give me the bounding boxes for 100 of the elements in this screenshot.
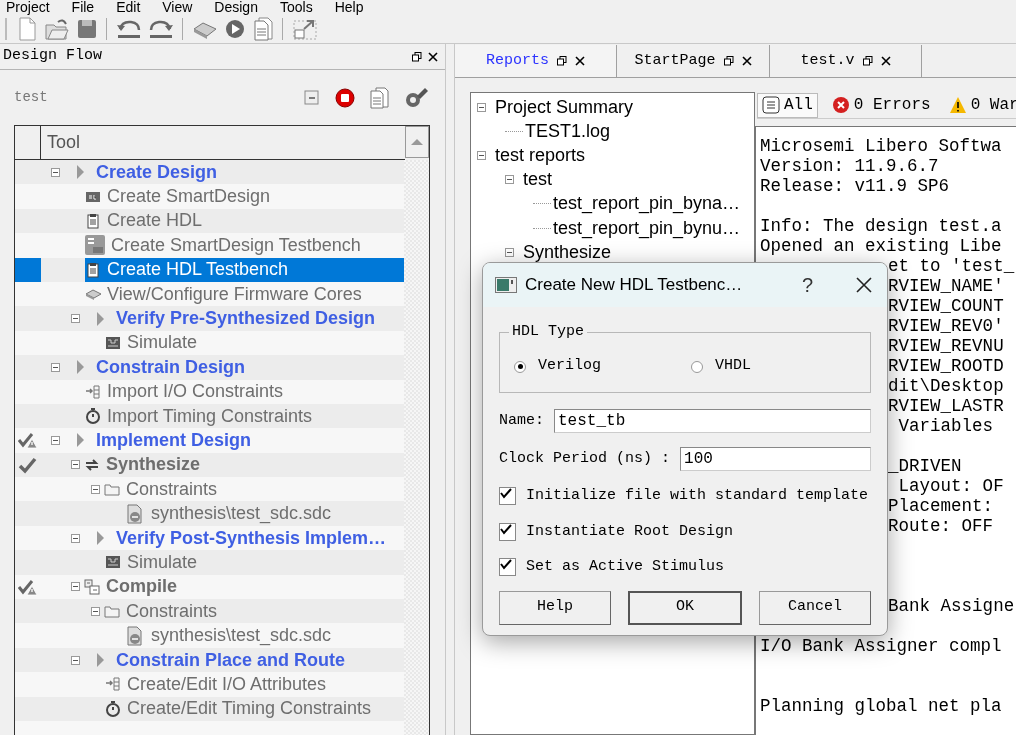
collapse-icon[interactable]: [505, 175, 514, 185]
collapse-icon[interactable]: [505, 247, 514, 257]
tree-item[interactable]: Create/Edit Timing Constraints: [105, 696, 404, 721]
tree-item[interactable]: Constrain Place and Route: [96, 647, 404, 673]
expand-arrow-icon: [76, 164, 85, 181]
tree-item[interactable]: Constrain Design: [76, 355, 404, 380]
tree-item[interactable]: Create SmartDesign: [85, 184, 404, 209]
tree-item[interactable]: View/Configure Firmware Cores: [85, 281, 404, 307]
tree-item[interactable]: Simulate: [105, 550, 404, 575]
log-line: RVIEW_REVNU: [888, 336, 1004, 356]
tree-item[interactable]: Import Timing Constraints: [85, 403, 404, 429]
tree-item[interactable]: Simulate: [105, 330, 404, 356]
filter-button[interactable]: All: [757, 92, 818, 118]
filter-button[interactable]: 0 Errors: [823, 92, 935, 118]
collapse-icon[interactable]: [71, 582, 80, 592]
collapse-icon[interactable]: [51, 362, 60, 372]
stopwatch-icon: [85, 408, 101, 425]
close-icon[interactable]: [880, 56, 891, 66]
collapse-icon[interactable]: [71, 533, 80, 543]
log-line: Info: The design test.a: [760, 216, 1002, 236]
radio-button[interactable]: [514, 360, 526, 373]
log-line: et to 'test_: [888, 256, 1015, 276]
error-icon: [831, 96, 850, 114]
project-name: test: [14, 88, 48, 107]
checkmark-icon: [500, 559, 512, 572]
text-field[interactable]: 100: [680, 447, 871, 471]
dialog-button[interactable]: OK: [628, 590, 742, 625]
checkbox-label: Initialize file with standard template: [526, 486, 869, 506]
close-icon[interactable]: [741, 56, 752, 66]
collapse-icon[interactable]: [477, 150, 486, 160]
menu-item[interactable]: Tools: [279, 0, 313, 15]
run-icon[interactable]: [224, 17, 246, 41]
settings-icon[interactable]: [403, 85, 429, 110]
tree-item[interactable]: Implement Design: [76, 428, 404, 453]
menu-item[interactable]: Edit: [116, 0, 141, 15]
close-icon[interactable]: [855, 276, 873, 294]
close-icon[interactable]: [428, 51, 438, 62]
help-button[interactable]: ?: [801, 270, 813, 300]
tree-item[interactable]: Import I/O Constraints: [85, 379, 404, 404]
collapse-icon[interactable]: [91, 606, 100, 616]
collapse-icon[interactable]: [477, 102, 486, 112]
tree-item[interactable]: test: [523, 166, 552, 194]
dialog-button[interactable]: Cancel: [759, 590, 871, 625]
tree-item[interactable]: Constraints: [104, 477, 404, 502]
tree-item[interactable]: Create HDL: [85, 208, 404, 234]
dock-icon[interactable]: [292, 17, 318, 41]
collapse-icon[interactable]: [51, 436, 60, 445]
waveform-icon: [105, 554, 121, 571]
field-label: Clock Period (ns) :: [499, 448, 672, 469]
collapse-icon[interactable]: [51, 167, 60, 177]
collapse-icon[interactable]: [71, 655, 80, 665]
checkbox[interactable]: [499, 558, 516, 577]
tree-item[interactable]: synthesis\test_sdc.sdc: [125, 623, 404, 648]
save-icon[interactable]: [76, 17, 98, 41]
tree-item[interactable]: Verify Pre-Synthesized Design: [96, 306, 404, 331]
tab[interactable]: Reports: [455, 45, 617, 77]
dialog-button[interactable]: Help: [499, 590, 611, 625]
float-icon[interactable]: [723, 56, 734, 66]
menu-item[interactable]: Project: [6, 0, 50, 15]
scrollbar-track[interactable]: [404, 160, 429, 735]
checkbox[interactable]: [499, 522, 516, 541]
menu-item[interactable]: Design: [214, 0, 258, 15]
menu-item[interactable]: Help: [334, 0, 364, 15]
check-warning-icon: [18, 577, 38, 596]
log-line: Planning global net pla: [760, 696, 1002, 716]
menu-item[interactable]: File: [71, 0, 95, 15]
log-line: Variables: [897, 416, 994, 436]
tree-item[interactable]: synthesis\test_sdc.sdc: [125, 501, 404, 526]
text-field[interactable]: test_tb: [554, 409, 871, 433]
report-icon[interactable]: [252, 17, 274, 41]
tree-item[interactable]: Constraints: [104, 599, 404, 624]
waveform-icon: [105, 334, 121, 351]
float-icon[interactable]: [862, 56, 873, 66]
float-icon[interactable]: [412, 51, 422, 62]
app-window-icon: [495, 277, 517, 293]
stop-icon[interactable]: [335, 87, 355, 108]
collapse-icon[interactable]: [71, 460, 80, 470]
float-icon[interactable]: [557, 56, 567, 66]
clipboard-icon: [85, 261, 101, 278]
tree-item[interactable]: Synthesize: [84, 452, 404, 478]
log-line: _DRIVEN: [888, 456, 962, 476]
tree-item[interactable]: Verify Post-Synthesis Implem…: [96, 525, 404, 551]
tree-item[interactable]: Create/Edit I/O Attributes: [105, 672, 404, 697]
collapse-all-icon[interactable]: [303, 88, 321, 107]
log-line: Release: v11.9 SP6: [760, 176, 950, 196]
report-icon[interactable]: [369, 86, 389, 109]
import-icon: [85, 383, 101, 400]
open-folder-icon[interactable]: [44, 17, 70, 41]
row-highlight: [15, 257, 41, 282]
panel-title: Design Flow: [3, 46, 103, 67]
close-icon[interactable]: [575, 56, 585, 66]
tree-item[interactable]: Compile: [84, 574, 404, 600]
tree-item[interactable]: Create Design: [76, 160, 404, 185]
tree-item[interactable]: Create HDL Testbench: [85, 257, 404, 282]
tree-item[interactable]: Create SmartDesign Testbench: [85, 233, 404, 258]
collapse-icon[interactable]: [71, 314, 80, 324]
collapse-icon[interactable]: [91, 484, 100, 494]
radio-button[interactable]: [691, 360, 703, 373]
checkbox[interactable]: [499, 487, 516, 506]
menu-item[interactable]: View: [162, 0, 193, 15]
